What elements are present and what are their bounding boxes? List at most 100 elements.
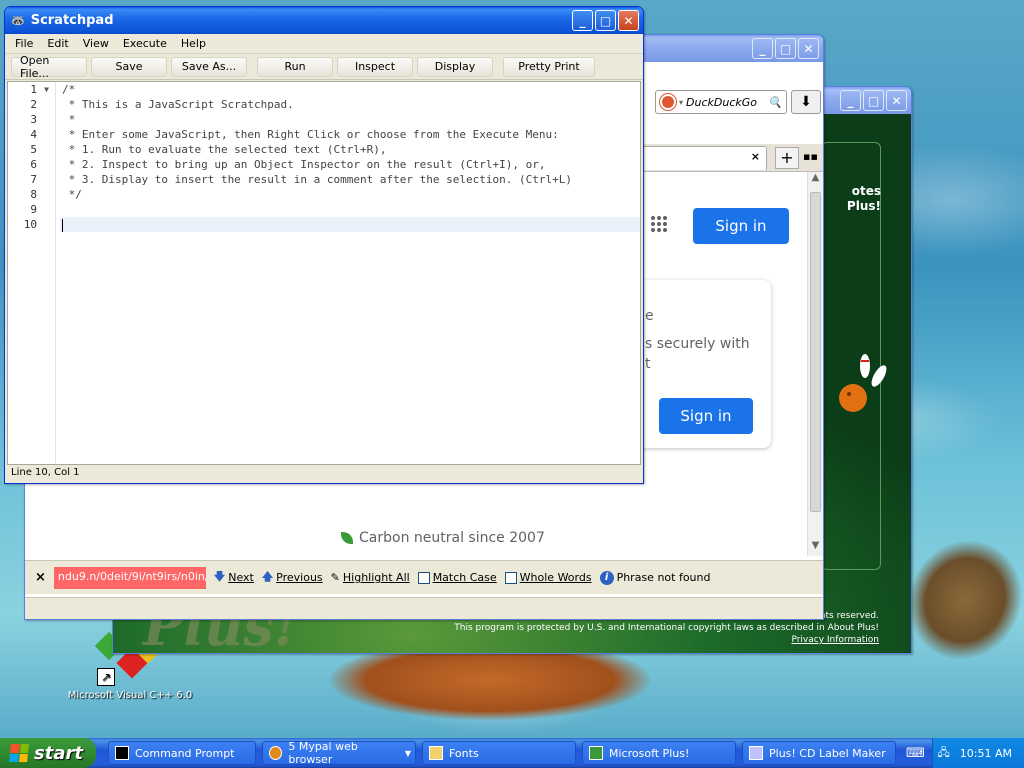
code-line: * 2. Inspect to bring up an Object Inspe… bbox=[62, 158, 546, 171]
highlight-all-button[interactable]: ✎ Highlight All bbox=[331, 571, 410, 584]
arrow-down-icon: 🡇 bbox=[213, 570, 226, 583]
code-line: * Enter some JavaScript, then Right Clic… bbox=[62, 128, 559, 141]
sign-in-button-card[interactable]: Sign in bbox=[659, 398, 753, 434]
task-mypal-browser[interactable]: 5 Mypal web browser ▼ bbox=[262, 740, 416, 766]
search-placeholder: DuckDuckGo bbox=[686, 95, 757, 109]
find-bar: × ndu9.n/0deit/9i/nt9irs/n0in/fi 🡇 Next … bbox=[25, 560, 823, 594]
save-button[interactable]: Save bbox=[91, 56, 167, 77]
info-icon: i bbox=[599, 570, 614, 585]
menu-file[interactable]: File bbox=[9, 35, 39, 52]
code-editor[interactable]: 1 ▼ 2 3 4 5 6 7 8 9 10 /* * This is a Jav… bbox=[7, 81, 641, 465]
duckduckgo-icon bbox=[660, 94, 676, 110]
line-number: 8 bbox=[30, 188, 37, 201]
open-file-button[interactable]: Open File... bbox=[11, 54, 87, 80]
cd-label-icon bbox=[749, 746, 763, 760]
scratchpad-window: 🦝 Scratchpad _ □ ✕ File Edit View Execut… bbox=[4, 6, 644, 484]
search-icon[interactable]: 🔍 bbox=[768, 96, 782, 109]
line-number: 2 bbox=[30, 98, 37, 111]
system-tray: 🖧 10:51 AM bbox=[932, 738, 1024, 768]
find-status: i Phrase not found bbox=[599, 570, 710, 585]
find-next-button[interactable]: 🡇 Next bbox=[214, 568, 254, 587]
taskbar: start Command Prompt 5 Mypal web browser… bbox=[0, 738, 1024, 768]
bowling-icon bbox=[839, 354, 887, 412]
new-tab-button[interactable]: + bbox=[775, 147, 799, 169]
run-button[interactable]: Run bbox=[257, 56, 333, 77]
privacy-link[interactable]: Privacy Information bbox=[454, 634, 879, 646]
line-number: 10 bbox=[23, 218, 37, 231]
close-button[interactable]: ✕ bbox=[886, 90, 907, 111]
match-case-checkbox[interactable]: Match Case bbox=[417, 571, 497, 584]
display-button[interactable]: Display bbox=[417, 56, 493, 77]
shortcut-arrow-icon: ↗ bbox=[97, 668, 115, 686]
task-group-dropdown-icon[interactable]: ▼ bbox=[405, 749, 411, 758]
tab-list-icon[interactable]: ▪▪ bbox=[803, 150, 818, 163]
scroll-down-icon[interactable]: ▼ bbox=[808, 540, 823, 556]
close-button[interactable]: ✕ bbox=[798, 38, 819, 59]
keyboard-icon[interactable]: ⌨ bbox=[906, 746, 925, 761]
task-cd-label-maker[interactable]: Plus! CD Label Maker bbox=[742, 741, 896, 765]
maximize-button[interactable]: □ bbox=[863, 90, 884, 111]
menu-view[interactable]: View bbox=[77, 35, 115, 52]
menu-edit[interactable]: Edit bbox=[41, 35, 74, 52]
code-line-active bbox=[60, 217, 640, 232]
search-box[interactable]: ▾ DuckDuckGo 🔍 bbox=[655, 90, 787, 114]
cmd-icon bbox=[115, 746, 129, 760]
line-number: 9 bbox=[30, 203, 37, 216]
find-previous-button[interactable]: 🡅 Previous bbox=[262, 568, 323, 587]
line-number: 6 bbox=[30, 158, 37, 171]
downloads-icon[interactable]: ⬇ bbox=[791, 90, 821, 114]
scratchpad-app-icon: 🦝 bbox=[11, 14, 25, 27]
browser-tab[interactable]: e × bbox=[625, 146, 767, 170]
task-microsoft-plus[interactable]: Microsoft Plus! bbox=[582, 741, 736, 765]
scratchpad-titlebar[interactable]: 🦝 Scratchpad _ □ ✕ bbox=[5, 7, 643, 34]
tab-close-icon[interactable]: × bbox=[751, 150, 760, 163]
code-line: * 1. Run to evaluate the selected text (… bbox=[62, 143, 387, 156]
network-icon[interactable]: 🖧 bbox=[938, 744, 950, 763]
window-title: Scratchpad bbox=[30, 13, 114, 28]
windows-flag-icon bbox=[9, 744, 29, 762]
sign-in-button-top[interactable]: Sign in bbox=[693, 208, 789, 244]
scroll-up-icon[interactable]: ▲ bbox=[808, 172, 823, 188]
minimize-button[interactable]: _ bbox=[572, 10, 593, 31]
line-number: 7 bbox=[30, 173, 37, 186]
carbon-neutral-note: Carbon neutral since 2007 bbox=[341, 530, 545, 546]
pretty-print-button[interactable]: Pretty Print bbox=[503, 56, 595, 77]
vertical-scrollbar[interactable]: ▲ ▼ bbox=[807, 172, 823, 556]
plus-icon bbox=[589, 746, 603, 760]
find-close-icon[interactable]: × bbox=[35, 570, 46, 585]
scrollbar-thumb[interactable] bbox=[810, 192, 821, 512]
code-area[interactable]: /* * This is a JavaScript Scratchpad. * … bbox=[60, 82, 640, 232]
mypal-icon bbox=[269, 746, 283, 760]
desktop-icon-label: Microsoft Visual C++ 6.0 bbox=[67, 690, 193, 701]
folder-icon bbox=[429, 746, 443, 760]
maximize-button[interactable]: □ bbox=[595, 10, 616, 31]
line-number: 5 bbox=[30, 143, 37, 156]
menu-help[interactable]: Help bbox=[175, 35, 212, 52]
task-fonts[interactable]: Fonts bbox=[422, 741, 576, 765]
clock[interactable]: 10:51 AM bbox=[960, 747, 1012, 760]
menu-bar: File Edit View Execute Help bbox=[5, 34, 643, 54]
code-line: /* bbox=[62, 83, 76, 96]
code-line: * This is a JavaScript Scratchpad. bbox=[62, 98, 294, 111]
fold-toggle-icon[interactable]: ▼ bbox=[44, 82, 49, 97]
line-number: 3 bbox=[30, 113, 37, 126]
minimize-button[interactable]: _ bbox=[840, 90, 861, 111]
apps-grid-icon[interactable] bbox=[651, 216, 667, 232]
line-number: 4 bbox=[30, 128, 37, 141]
close-button[interactable]: ✕ bbox=[618, 10, 639, 31]
status-bar: Line 10, Col 1 bbox=[7, 465, 641, 481]
save-as-button[interactable]: Save As... bbox=[171, 56, 247, 77]
minimize-button[interactable]: _ bbox=[752, 38, 773, 59]
inspect-button[interactable]: Inspect bbox=[337, 56, 413, 77]
maximize-button[interactable]: □ bbox=[775, 38, 796, 59]
line-number: 1 ▼ bbox=[30, 82, 49, 97]
whole-words-checkbox[interactable]: Whole Words bbox=[504, 571, 592, 584]
task-command-prompt[interactable]: Command Prompt bbox=[108, 741, 256, 765]
search-engine-dropdown-icon[interactable]: ▾ bbox=[679, 98, 683, 107]
code-line: */ bbox=[62, 188, 82, 201]
menu-execute[interactable]: Execute bbox=[117, 35, 173, 52]
code-line: * 3. Display to insert the result in a c… bbox=[62, 173, 572, 186]
start-button[interactable]: start bbox=[0, 738, 96, 768]
find-input[interactable]: ndu9.n/0deit/9i/nt9irs/n0in/fi bbox=[53, 566, 206, 589]
